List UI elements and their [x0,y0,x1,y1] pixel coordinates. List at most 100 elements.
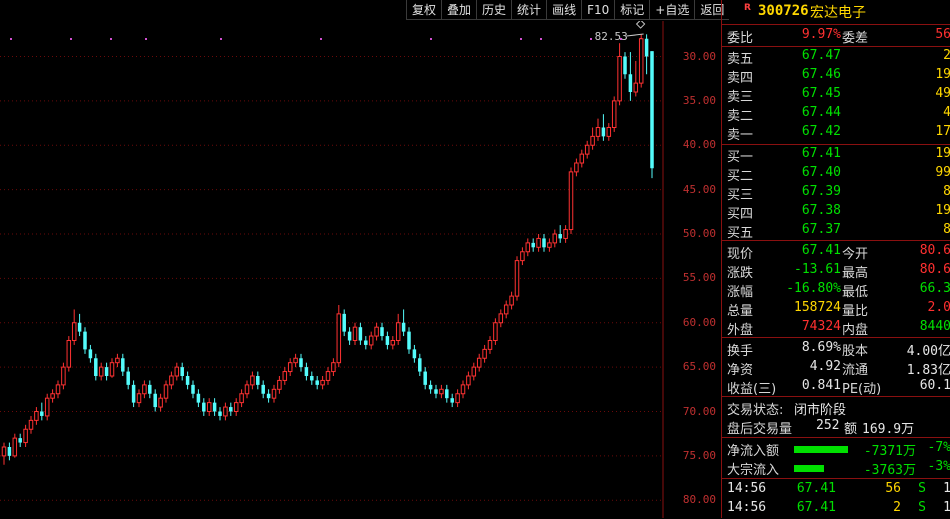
candle-body[interactable] [531,242,535,248]
candle-body[interactable] [584,144,590,155]
candle-body[interactable] [601,127,606,137]
candle-body[interactable] [94,358,98,376]
event-marker[interactable] [520,38,522,40]
event-marker[interactable] [110,38,112,40]
candle-body[interactable] [460,384,466,395]
tick-row[interactable]: 14:56 67.41 2 S 1 [722,500,950,519]
candle-body[interactable] [61,366,66,386]
candle-body[interactable] [552,233,558,244]
candle-body[interactable] [277,379,282,390]
candle-body[interactable] [202,402,206,412]
sell-row[interactable]: 卖二 67.44 4 [722,105,950,124]
candle-body[interactable] [304,367,309,376]
candle-body[interactable] [374,326,379,337]
candle-body[interactable] [590,135,595,146]
candle-body[interactable] [364,340,368,345]
candle-body[interactable] [514,260,520,297]
candle-body[interactable] [471,366,477,377]
candle-body[interactable] [88,349,93,359]
candle-body[interactable] [23,428,28,444]
candle-body[interactable] [423,371,427,385]
event-marker[interactable] [145,38,147,40]
candle-body[interactable] [476,357,482,368]
candle-body[interactable] [547,242,552,248]
toolbar-button-add-watchlist[interactable]: +自选 [649,0,695,20]
candle-body[interactable] [180,367,184,376]
candle-body[interactable] [233,402,239,412]
candle-body[interactable] [310,376,314,381]
candle-body[interactable] [250,375,255,386]
candle-body[interactable] [487,340,493,350]
candle-body[interactable] [256,376,260,385]
sell-row[interactable]: 卖五 67.47 2 [722,48,950,67]
sell-row[interactable]: 卖三 67.45 49 [722,86,950,105]
candle-body[interactable] [293,357,298,364]
candle-body[interactable] [12,437,18,457]
sell-row[interactable]: 卖四 67.46 19 [722,67,950,86]
candle-body[interactable] [493,322,498,341]
candle-body[interactable] [320,379,325,386]
candle-body[interactable] [628,74,633,92]
candle-body[interactable] [77,322,82,332]
candle-body[interactable] [299,358,303,368]
event-marker[interactable] [590,38,592,40]
candle-body[interactable] [498,313,504,324]
candle-body[interactable] [450,398,454,403]
candle-body[interactable] [638,38,644,84]
candle-body[interactable] [336,313,342,364]
candle-body[interactable] [428,384,433,390]
candle-body[interactable] [407,331,411,350]
candle-body[interactable] [7,447,12,456]
candle-body[interactable] [18,438,22,443]
candle-body[interactable] [142,384,147,395]
candle-body[interactable] [347,331,352,341]
candle-body[interactable] [218,411,222,416]
candle-body[interactable] [66,340,72,368]
candlestick-chart[interactable]: 82.53 [0,21,720,518]
candle-body[interactable] [163,384,169,399]
candle-body[interactable] [50,393,55,399]
sell-row[interactable]: 卖一 67.42 17 [722,124,950,143]
candle-body[interactable] [445,389,449,399]
candle-body[interactable] [542,238,546,248]
toolbar-button-mark[interactable]: 标记 [614,0,650,20]
candle-body[interactable] [623,56,627,75]
toolbar-button-restore-rights[interactable]: 复权 [406,0,442,20]
candle-body[interactable] [579,153,585,164]
candle-body[interactable] [244,384,250,395]
candle-body[interactable] [331,362,336,373]
stock-name[interactable]: 宏达电子 [810,2,866,22]
candle-body[interactable] [282,371,288,381]
candle-body[interactable] [509,295,514,306]
buy-row[interactable]: 买四 67.38 19 [722,203,950,222]
candle-body[interactable] [434,389,438,394]
candle-body[interactable] [1,446,7,457]
candle-body[interactable] [401,322,406,332]
buy-row[interactable]: 买一 67.41 19 [722,146,950,165]
candle-body[interactable] [633,82,639,93]
candle-body[interactable] [136,393,142,404]
candle-body[interactable] [325,371,331,381]
candle-body[interactable] [287,362,293,373]
event-marker[interactable] [540,38,542,40]
toolbar-button-f10[interactable]: F10 [581,0,615,20]
candle-body[interactable] [212,402,217,412]
candle-body[interactable] [115,357,120,364]
candle-body[interactable] [185,376,190,385]
candle-body[interactable] [466,375,471,386]
candle-body[interactable] [169,375,174,386]
candle-body[interactable] [439,388,444,395]
candle-body[interactable] [611,100,617,128]
toolbar-button-draw-line[interactable]: 画线 [546,0,582,20]
candle-body[interactable] [44,397,50,417]
candle-body[interactable] [121,358,125,372]
candle-body[interactable] [191,384,195,394]
candle-body[interactable] [536,237,541,248]
event-marker[interactable] [70,38,72,40]
candle-body[interactable] [83,331,87,350]
candle-body[interactable] [196,393,201,403]
candle-body[interactable] [525,242,531,253]
candle-body[interactable] [568,171,574,231]
candle-body[interactable] [558,234,562,239]
candle-body[interactable] [455,393,460,404]
